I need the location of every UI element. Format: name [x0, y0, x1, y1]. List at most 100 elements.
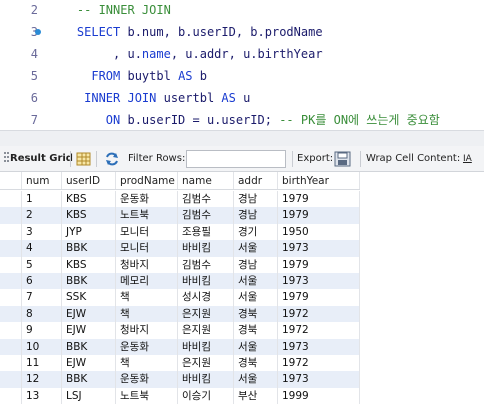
- table-row[interactable]: 7 SSK 책 성시경 서울 1979: [0, 289, 360, 306]
- table-cell[interactable]: 경남: [234, 207, 278, 224]
- code-line[interactable]: 5 FROM buytbl AS b: [0, 65, 484, 87]
- table-cell[interactable]: BBK: [62, 338, 116, 356]
- table-cell[interactable]: 바비킴: [178, 240, 234, 257]
- table-cell[interactable]: KBS: [62, 207, 116, 224]
- code-text[interactable]: ON b.userID = u.userID; -- PK를 ON에 쓰는게 중…: [48, 109, 440, 131]
- table-cell[interactable]: EJW: [62, 355, 116, 372]
- table-cell[interactable]: LSJ: [62, 387, 116, 405]
- row-marker[interactable]: [0, 207, 22, 224]
- table-cell[interactable]: 1979: [278, 289, 360, 306]
- code-text[interactable]: FROM buytbl AS b: [48, 65, 207, 87]
- table-cell[interactable]: SSK: [62, 289, 116, 306]
- table-cell[interactable]: 서울: [234, 289, 278, 306]
- column-header[interactable]: birthYear: [278, 172, 360, 189]
- table-row[interactable]: 6 BBK 메모리 바비킴 서울 1973: [0, 273, 360, 290]
- table-cell[interactable]: 1973: [278, 338, 360, 356]
- code-text[interactable]: INNER JOIN usertbl AS u: [48, 87, 250, 109]
- table-cell[interactable]: KBS: [62, 256, 116, 274]
- table-cell[interactable]: 은지원: [178, 322, 234, 339]
- row-marker[interactable]: [0, 305, 22, 323]
- table-cell[interactable]: 운동화: [116, 338, 178, 356]
- sql-editor[interactable]: 2 -- INNER JOIN3 SELECT b.num, b.userID,…: [0, 0, 484, 130]
- table-row[interactable]: 9 EJW 청바지 은지원 경북 1972: [0, 322, 360, 339]
- code-line[interactable]: 4 , u.name, u.addr, u.birthYear: [0, 43, 484, 65]
- table-cell[interactable]: 김범수: [178, 207, 234, 224]
- table-row[interactable]: 5 KBS 청바지 김범수 경남 1979: [0, 256, 360, 274]
- table-cell[interactable]: 4: [22, 240, 62, 257]
- table-cell[interactable]: 5: [22, 256, 62, 274]
- row-marker[interactable]: [0, 223, 22, 241]
- table-cell[interactable]: 1979: [278, 256, 360, 274]
- table-row[interactable]: 3 JYP 모니터 조용필 경기 1950: [0, 223, 360, 241]
- table-cell[interactable]: 경남: [234, 191, 278, 208]
- table-cell[interactable]: 경북: [234, 355, 278, 372]
- row-marker[interactable]: [0, 387, 22, 405]
- row-marker[interactable]: [0, 240, 22, 257]
- table-row[interactable]: 10 BBK 운동화 바비킴 서울 1973: [0, 338, 360, 356]
- table-row[interactable]: 11 EJW 책 은지원 경북 1972: [0, 355, 360, 372]
- table-cell[interactable]: KBS: [62, 191, 116, 208]
- table-cell[interactable]: 1: [22, 191, 62, 208]
- column-header[interactable]: num: [22, 172, 62, 189]
- table-row[interactable]: 12 BBK 운동화 바비킴 서울 1973: [0, 371, 360, 388]
- result-grid[interactable]: num userID prodName name addr birthYear …: [0, 172, 484, 408]
- table-cell[interactable]: 1972: [278, 322, 360, 339]
- table-row[interactable]: 2 KBS 노트북 김범수 경남 1979: [0, 207, 360, 224]
- table-cell[interactable]: 서울: [234, 371, 278, 388]
- table-cell[interactable]: 3: [22, 223, 62, 241]
- table-cell[interactable]: 바비킴: [178, 273, 234, 290]
- table-cell[interactable]: 1972: [278, 355, 360, 372]
- grid-icon[interactable]: [76, 146, 92, 172]
- column-header[interactable]: name: [178, 172, 234, 189]
- table-cell[interactable]: 1973: [278, 240, 360, 257]
- table-cell[interactable]: 모니터: [116, 240, 178, 257]
- table-cell[interactable]: 8: [22, 305, 62, 323]
- table-cell[interactable]: 경북: [234, 322, 278, 339]
- wrap-cell-icon[interactable]: IA: [463, 146, 472, 172]
- table-row[interactable]: 1 KBS 운동화 김범수 경남 1979: [0, 191, 360, 208]
- row-marker[interactable]: [0, 338, 22, 356]
- table-cell[interactable]: 책: [116, 355, 178, 372]
- table-cell[interactable]: 모니터: [116, 223, 178, 241]
- code-line[interactable]: 3 SELECT b.num, b.userID, b.prodName: [0, 21, 484, 43]
- table-cell[interactable]: 12: [22, 371, 62, 388]
- table-cell[interactable]: 청바지: [116, 256, 178, 274]
- refresh-icon[interactable]: [104, 146, 120, 172]
- table-cell[interactable]: 운동화: [116, 191, 178, 208]
- code-text[interactable]: , u.name, u.addr, u.birthYear: [48, 43, 323, 65]
- table-cell[interactable]: 책: [116, 289, 178, 306]
- row-marker[interactable]: [0, 322, 22, 339]
- column-header[interactable]: userID: [62, 172, 116, 189]
- table-cell[interactable]: BBK: [62, 273, 116, 290]
- table-cell[interactable]: 김범수: [178, 191, 234, 208]
- table-row[interactable]: 4 BBK 모니터 바비킴 서울 1973: [0, 240, 360, 257]
- table-cell[interactable]: 1973: [278, 273, 360, 290]
- table-cell[interactable]: EJW: [62, 322, 116, 339]
- table-cell[interactable]: 은지원: [178, 355, 234, 372]
- table-cell[interactable]: 2: [22, 207, 62, 224]
- table-cell[interactable]: 성시경: [178, 289, 234, 306]
- table-cell[interactable]: 이승기: [178, 387, 234, 405]
- row-marker[interactable]: [0, 355, 22, 372]
- table-cell[interactable]: 1979: [278, 207, 360, 224]
- row-marker[interactable]: [0, 371, 22, 388]
- row-marker[interactable]: [0, 273, 22, 290]
- table-cell[interactable]: 책: [116, 305, 178, 323]
- table-cell[interactable]: 11: [22, 355, 62, 372]
- table-cell[interactable]: BBK: [62, 240, 116, 257]
- table-cell[interactable]: JYP: [62, 223, 116, 241]
- table-cell[interactable]: 청바지: [116, 322, 178, 339]
- row-marker[interactable]: [0, 256, 22, 274]
- code-text[interactable]: SELECT b.num, b.userID, b.prodName: [48, 21, 323, 43]
- export-icon[interactable]: [334, 146, 352, 172]
- table-cell[interactable]: 운동화: [116, 371, 178, 388]
- column-header[interactable]: prodName: [116, 172, 178, 189]
- row-marker[interactable]: [0, 289, 22, 306]
- table-cell[interactable]: EJW: [62, 305, 116, 323]
- table-cell[interactable]: 경북: [234, 305, 278, 323]
- table-cell[interactable]: 경남: [234, 256, 278, 274]
- table-cell[interactable]: 1979: [278, 191, 360, 208]
- table-cell[interactable]: 서울: [234, 338, 278, 356]
- code-line[interactable]: 7 ON b.userID = u.userID; -- PK를 ON에 쓰는게…: [0, 109, 484, 131]
- table-cell[interactable]: BBK: [62, 371, 116, 388]
